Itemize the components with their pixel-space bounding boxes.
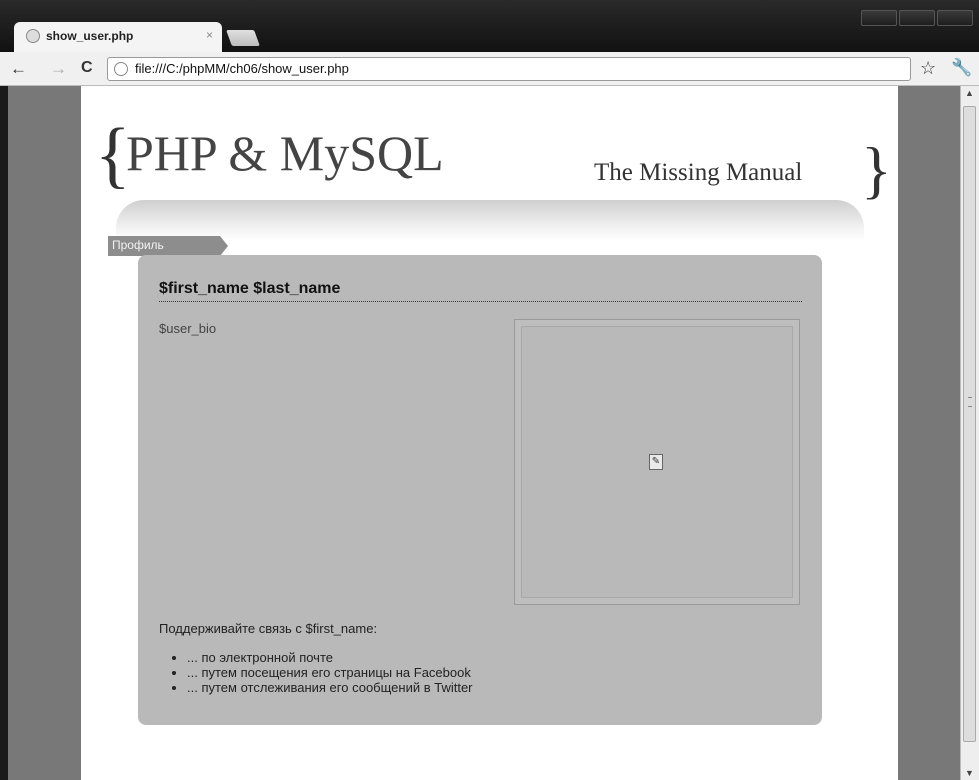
url-text: file:///C:/phpMM/ch06/show_user.php bbox=[135, 61, 349, 76]
site-title: PHP & MySQL bbox=[126, 125, 444, 181]
profile-bio: $user_bio bbox=[159, 321, 217, 336]
reload-icon[interactable]: C bbox=[81, 59, 93, 77]
scroll-down-icon[interactable]: ▼ bbox=[965, 768, 974, 778]
profile-image: ✎ bbox=[514, 319, 800, 605]
contact-links: ... по электронной почте ... путем посещ… bbox=[159, 650, 473, 695]
contact-link-twitter[interactable]: ... путем отслеживания его сообщений в T… bbox=[187, 680, 473, 695]
scrollbar-thumb[interactable] bbox=[963, 106, 976, 742]
browser-titlebar: show_user.php × bbox=[0, 0, 979, 52]
window-controls bbox=[861, 10, 973, 26]
minimize-button[interactable] bbox=[861, 10, 897, 26]
contact-heading: Поддерживайте связь с $first_name: bbox=[159, 621, 378, 636]
new-tab-button[interactable] bbox=[226, 30, 260, 46]
forward-icon[interactable]: → bbox=[50, 59, 67, 79]
tab-title: show_user.php bbox=[46, 29, 134, 43]
globe-icon bbox=[26, 29, 40, 43]
close-tab-icon[interactable]: × bbox=[206, 28, 213, 42]
page-viewport: { PHP & MySQL The Missing Manual } Профи… bbox=[8, 86, 960, 780]
site-subtitle: The Missing Manual bbox=[594, 159, 803, 186]
bookmark-star-icon[interactable]: ☆ bbox=[920, 58, 936, 79]
profile-name: $first_name $last_name bbox=[159, 280, 802, 302]
address-bar[interactable]: file:///C:/phpMM/ch06/show_user.php bbox=[107, 57, 911, 81]
browser-toolbar: ← → C file:///C:/phpMM/ch06/show_user.ph… bbox=[0, 52, 979, 86]
profile-card: $first_name $last_name $user_bio ✎ Подде… bbox=[138, 255, 822, 725]
broken-image-icon: ✎ bbox=[649, 454, 663, 470]
wrench-menu-icon[interactable]: 🔧 bbox=[951, 58, 972, 78]
breadcrumb: Профиль bbox=[108, 236, 228, 256]
header-brace-right: } bbox=[861, 134, 892, 205]
vertical-scrollbar[interactable]: ▲ ▼ bbox=[960, 86, 979, 780]
scroll-up-icon[interactable]: ▲ bbox=[965, 88, 974, 98]
back-icon[interactable]: ← bbox=[10, 59, 27, 79]
header-bar bbox=[116, 200, 864, 240]
contact-link-email[interactable]: ... по электронной почте bbox=[187, 650, 473, 665]
tab-show-user[interactable]: show_user.php × bbox=[14, 22, 222, 52]
close-window-button[interactable] bbox=[937, 10, 973, 26]
page-content: { PHP & MySQL The Missing Manual } Профи… bbox=[81, 86, 898, 780]
contact-link-facebook[interactable]: ... путем посещения его страницы на Face… bbox=[187, 665, 473, 680]
breadcrumb-label: Профиль bbox=[112, 238, 164, 252]
maximize-button[interactable] bbox=[899, 10, 935, 26]
page-info-icon[interactable] bbox=[114, 62, 128, 76]
